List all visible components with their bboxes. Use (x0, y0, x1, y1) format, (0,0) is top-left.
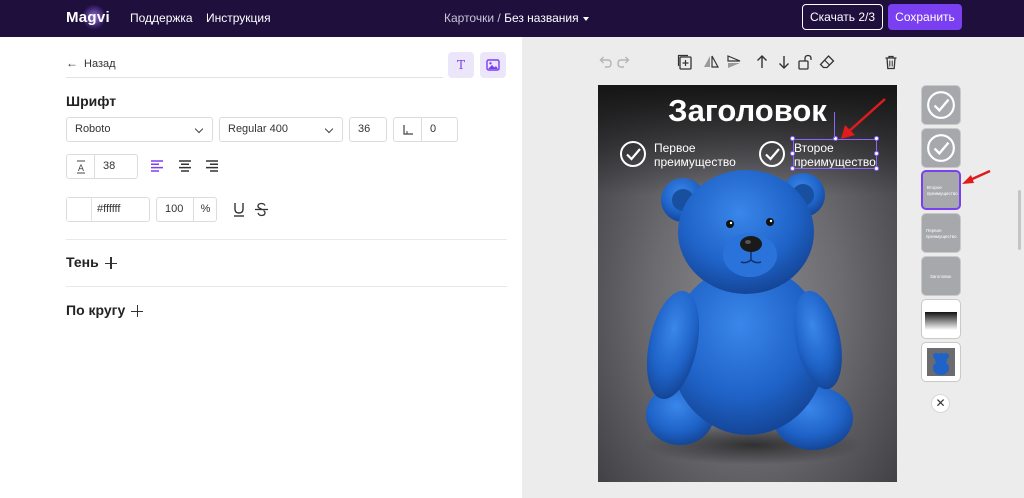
image-preview (927, 348, 955, 376)
arrow-down-icon[interactable] (776, 54, 792, 70)
color-hex-value: #ffffff (97, 203, 121, 215)
check-circle-icon (927, 134, 955, 162)
font-weight-select[interactable]: Regular 400 (219, 117, 343, 142)
opacity-input[interactable]: 100 % (156, 197, 217, 222)
circle-text-label: По кругу (66, 302, 126, 318)
scrollbar[interactable] (1018, 190, 1021, 250)
flip-horizontal-icon[interactable] (703, 54, 719, 70)
eraser-icon[interactable] (819, 54, 835, 70)
divider (66, 239, 507, 240)
text-mode-icon[interactable]: T (448, 52, 474, 78)
font-weight-value: Regular 400 (228, 123, 288, 135)
letter-spacing-icon (394, 118, 422, 141)
annotation-arrow (962, 169, 991, 184)
check-circle-icon (759, 141, 785, 167)
breadcrumb[interactable]: Карточки / Без названия (444, 11, 589, 25)
undo-icon[interactable] (597, 54, 613, 70)
divider (66, 77, 443, 78)
layer-thumb-headline[interactable]: Заголовок (921, 256, 961, 296)
font-family-value: Roboto (75, 123, 111, 135)
thumb-text: Заголовок (930, 274, 952, 279)
strikethrough-icon[interactable] (254, 202, 269, 217)
nav-instructions[interactable]: Инструкция (206, 11, 271, 25)
properties-panel: ← Назад T Шрифт Roboto Regular 400 36 0 A… (0, 37, 522, 498)
trash-icon[interactable] (883, 54, 899, 70)
align-center-icon[interactable] (178, 159, 192, 173)
teddy-bear-image (643, 170, 863, 465)
opacity-value: 100 (165, 203, 184, 215)
color-swatch[interactable] (67, 198, 92, 221)
font-section-title: Шрифт (66, 93, 117, 109)
shadow-label: Тень (66, 254, 99, 270)
annotation-arrow (841, 98, 886, 139)
redo-icon[interactable] (616, 54, 632, 70)
feature-1-text[interactable]: Первое преимущество (654, 141, 736, 169)
image-mode-icon[interactable] (480, 52, 506, 78)
chevron-down-icon (324, 124, 334, 134)
breadcrumb-current[interactable]: Без названия (504, 11, 579, 25)
layer-thumb-gradient[interactable] (921, 299, 961, 339)
line-height-value: 38 (103, 160, 116, 172)
card-canvas[interactable]: Заголовок Первое преимущество Второе пре… (598, 85, 897, 482)
font-size-value: 36 (358, 123, 371, 135)
font-family-select[interactable]: Roboto (66, 117, 213, 142)
color-input[interactable]: #ffffff (66, 197, 150, 222)
line-height-input[interactable]: A 38 (66, 154, 138, 179)
letter-spacing-input[interactable]: 0 (393, 117, 458, 142)
unlock-icon[interactable] (797, 54, 813, 70)
feature-1-label: Первое преимущество (654, 141, 736, 169)
check-circle-icon (620, 141, 646, 167)
align-right-icon[interactable] (205, 159, 219, 173)
layer-thumb-feature-2[interactable]: Второе преимущество (921, 170, 961, 210)
back-label: Назад (84, 58, 116, 70)
circle-text-section[interactable]: По кругу (66, 302, 144, 318)
close-icon[interactable]: ✕ (931, 394, 950, 413)
thumb-text: Второе преимущество (927, 185, 958, 196)
chevron-down-icon (194, 124, 204, 134)
opacity-unit: % (193, 198, 217, 221)
layer-thumb-image[interactable] (921, 342, 961, 382)
letter-spacing-value: 0 (430, 123, 437, 135)
plus-icon[interactable] (104, 257, 117, 270)
arrow-left-icon: ← (66, 56, 78, 70)
logo[interactable]: Magvi (66, 9, 110, 26)
svg-text:A: A (77, 164, 84, 174)
align-left-icon[interactable] (150, 159, 164, 173)
gradient-preview (925, 312, 957, 330)
resize-handle[interactable] (874, 151, 879, 156)
resize-handle[interactable] (790, 166, 795, 171)
resize-handle[interactable] (790, 136, 795, 141)
plus-icon[interactable] (131, 305, 144, 318)
nav-support[interactable]: Поддержка (130, 11, 193, 25)
chevron-down-icon[interactable] (582, 16, 589, 21)
add-layer-icon[interactable] (677, 54, 693, 70)
back-button[interactable]: ← Назад (66, 56, 116, 70)
top-bar: Magvi Поддержка Инструкция Карточки / Бе… (0, 0, 1024, 37)
underline-icon[interactable] (232, 202, 246, 217)
resize-handle[interactable] (874, 166, 879, 171)
line-height-icon: A (67, 155, 95, 178)
resize-handle[interactable] (790, 151, 795, 156)
shadow-section[interactable]: Тень (66, 254, 117, 270)
layer-thumb-check-1[interactable] (921, 85, 961, 125)
layer-thumb-check-2[interactable] (921, 128, 961, 168)
check-circle-icon (927, 91, 955, 119)
divider (66, 286, 507, 287)
download-button[interactable]: Скачать 2/3 (802, 4, 883, 30)
breadcrumb-parent[interactable]: Карточки / (444, 11, 501, 25)
font-size-input[interactable]: 36 (349, 117, 387, 142)
workspace: Заголовок Первое преимущество Второе пре… (522, 37, 1024, 498)
teddy-bear-thumb (933, 353, 949, 375)
layer-thumb-feature-1[interactable]: Первое преимущество (921, 213, 961, 253)
save-button[interactable]: Сохранить (888, 4, 962, 30)
thumb-text: Первое преимущество (926, 228, 957, 239)
flip-vertical-icon[interactable] (726, 54, 742, 70)
arrow-up-icon[interactable] (754, 54, 770, 70)
